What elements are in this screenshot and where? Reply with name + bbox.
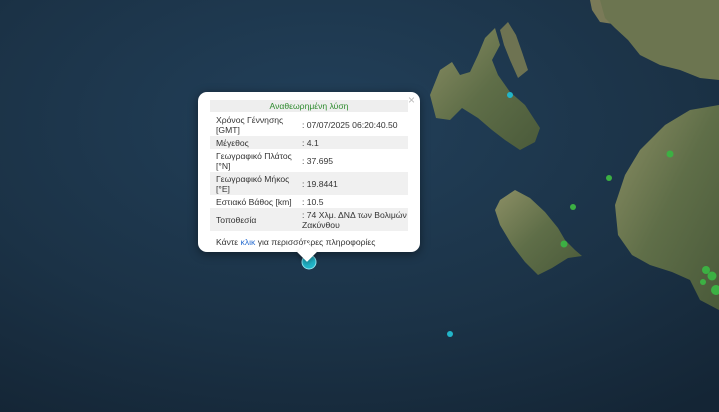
info-table: Χρόνος Γέννησης [GMT] : 07/07/2025 06:20… xyxy=(210,113,408,231)
info-label: Εστιακό Βάθος [km] xyxy=(216,196,292,207)
earthquake-marker[interactable] xyxy=(666,150,674,158)
info-label: Μέγεθος xyxy=(216,137,249,148)
earthquake-marker[interactable] xyxy=(700,279,706,285)
info-row-time: Χρόνος Γέννησης [GMT] : 07/07/2025 06:20… xyxy=(210,113,408,136)
close-icon[interactable]: × xyxy=(408,94,415,106)
info-value: : 37.695 xyxy=(302,155,334,166)
earthquake-marker[interactable] xyxy=(702,266,710,274)
earthquake-marker[interactable] xyxy=(447,331,453,337)
earthquake-marker[interactable] xyxy=(606,175,612,181)
info-row-longitude: Γεωγραφικό Μήκος [°E] : 19.8441 xyxy=(210,172,408,195)
info-row-latitude: Γεωγραφικό Πλάτος [°N] : 37.695 xyxy=(210,149,408,172)
earthquake-marker[interactable] xyxy=(570,204,576,210)
earthquake-marker[interactable] xyxy=(707,271,717,281)
more-info-prefix: Κάντε xyxy=(216,237,239,247)
info-label: Τοποθεσία xyxy=(216,214,257,225)
info-row-depth: Εστιακό Βάθος [km] : 10.5 xyxy=(210,195,408,208)
info-label: Γεωγραφικό Πλάτος [°N] xyxy=(216,150,292,171)
more-info-link[interactable]: κλικ xyxy=(241,237,256,247)
info-value: : 07/07/2025 06:20:40.50 xyxy=(302,119,398,130)
info-row-magnitude: Μέγεθος : 4.1 xyxy=(210,136,408,149)
info-label: Χρόνος Γέννησης [GMT] xyxy=(216,114,284,135)
info-value: : 74 Χλμ. ΔΝΔ των Βολιμών Ζακύνθου xyxy=(302,209,407,230)
info-value: : 4.1 xyxy=(302,137,319,148)
earthquake-marker[interactable] xyxy=(560,240,568,248)
info-row-location: Τοποθεσία : 74 Χλμ. ΔΝΔ των Βολιμών Ζακύ… xyxy=(210,208,408,231)
info-value: : 19.8441 xyxy=(302,178,338,189)
info-value: : 10.5 xyxy=(302,196,324,207)
more-info-suffix: για περισσότερες πληροφορίες xyxy=(257,237,376,247)
earthquake-info-popup: × Αναθεωρημένη λύση Χρόνος Γέννησης [GMT… xyxy=(198,92,420,262)
popup-title: Αναθεωρημένη λύση xyxy=(210,100,408,112)
info-label: Γεωγραφικό Μήκος [°E] xyxy=(216,173,290,194)
earthquake-marker[interactable] xyxy=(507,92,513,98)
